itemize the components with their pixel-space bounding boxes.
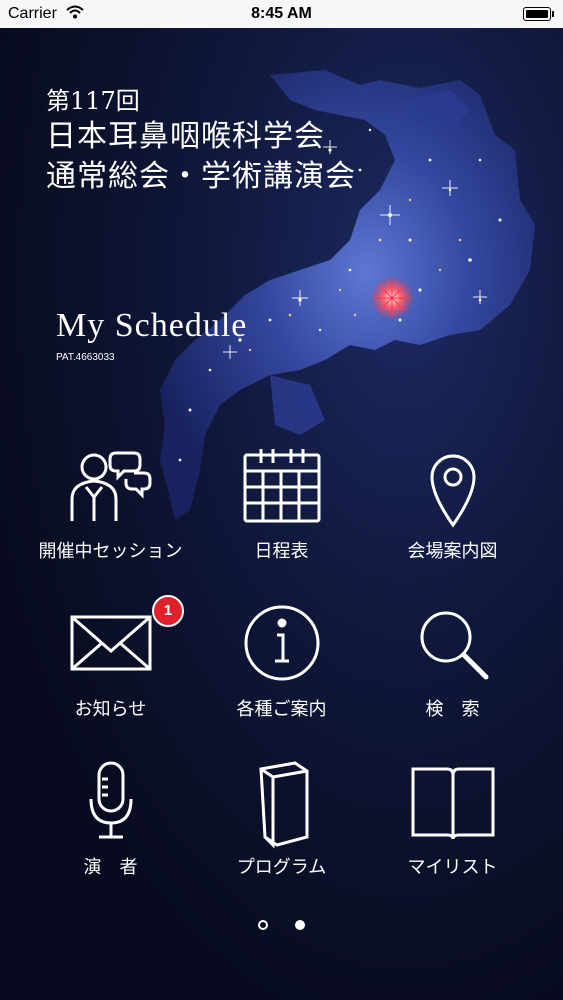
menu-search[interactable]: 検 索 — [359, 603, 546, 753]
battery-icon — [523, 7, 554, 21]
page-dot-1[interactable] — [257, 920, 268, 930]
envelope-icon — [70, 615, 151, 671]
menu-label: 会場案内図 — [407, 541, 498, 562]
title-line-3: 通常総会・学術講演会 — [46, 159, 356, 194]
book-icon — [258, 761, 308, 849]
status-bar: Carrier 8:45 AM — [0, 0, 563, 28]
open-book-icon — [411, 767, 494, 840]
menu-label: 日程表 — [254, 541, 309, 562]
title-line-1: 第117回 — [46, 87, 140, 115]
menu-label: プログラム — [236, 857, 327, 878]
calendar-icon — [243, 449, 320, 523]
menu-label: 各種ご案内 — [236, 699, 327, 720]
page-dot-2-active[interactable] — [295, 920, 306, 930]
clock: 8:45 AM — [251, 5, 312, 22]
people-talking-icon — [70, 451, 151, 521]
menu-information[interactable]: 各種ご案内 — [188, 603, 375, 753]
menu-announcements[interactable]: 1 お知らせ — [17, 595, 204, 753]
info-icon — [244, 605, 319, 681]
title-line-2: 日本耳鼻咽喉科学会 — [46, 119, 325, 154]
menu-label: 演 者 — [83, 857, 138, 878]
conference-title: 第117回 日本耳鼻咽喉科学会 通常総会・学術講演会 — [46, 85, 356, 197]
menu-label: お知らせ — [74, 699, 147, 720]
menu-speakers[interactable]: 演 者 — [17, 761, 204, 911]
home-screen: Carrier 8:45 AM 第117回 日本耳鼻咽喉科学会 通常総会・学術講… — [0, 0, 563, 1000]
menu-current-sessions[interactable]: 開催中セッション — [17, 445, 204, 595]
search-icon — [420, 611, 488, 680]
map-pin-icon — [429, 454, 476, 528]
menu-schedule[interactable]: 日程表 — [188, 445, 375, 595]
notification-badge: 1 — [152, 595, 184, 627]
page-indicator[interactable] — [0, 915, 563, 934]
my-schedule-logo: My Schedule — [56, 307, 248, 344]
menu-my-list[interactable]: マイリスト — [359, 761, 546, 911]
menu-label: マイリスト — [407, 857, 498, 878]
menu-program[interactable]: プログラム — [188, 761, 375, 911]
menu-label: 開催中セッション — [38, 541, 183, 562]
microphone-icon — [89, 761, 132, 839]
menu-label: 検 索 — [425, 699, 480, 720]
patent-number: PAT.4663033 — [56, 352, 115, 363]
menu-venue-map[interactable]: 会場案内図 — [359, 445, 546, 595]
